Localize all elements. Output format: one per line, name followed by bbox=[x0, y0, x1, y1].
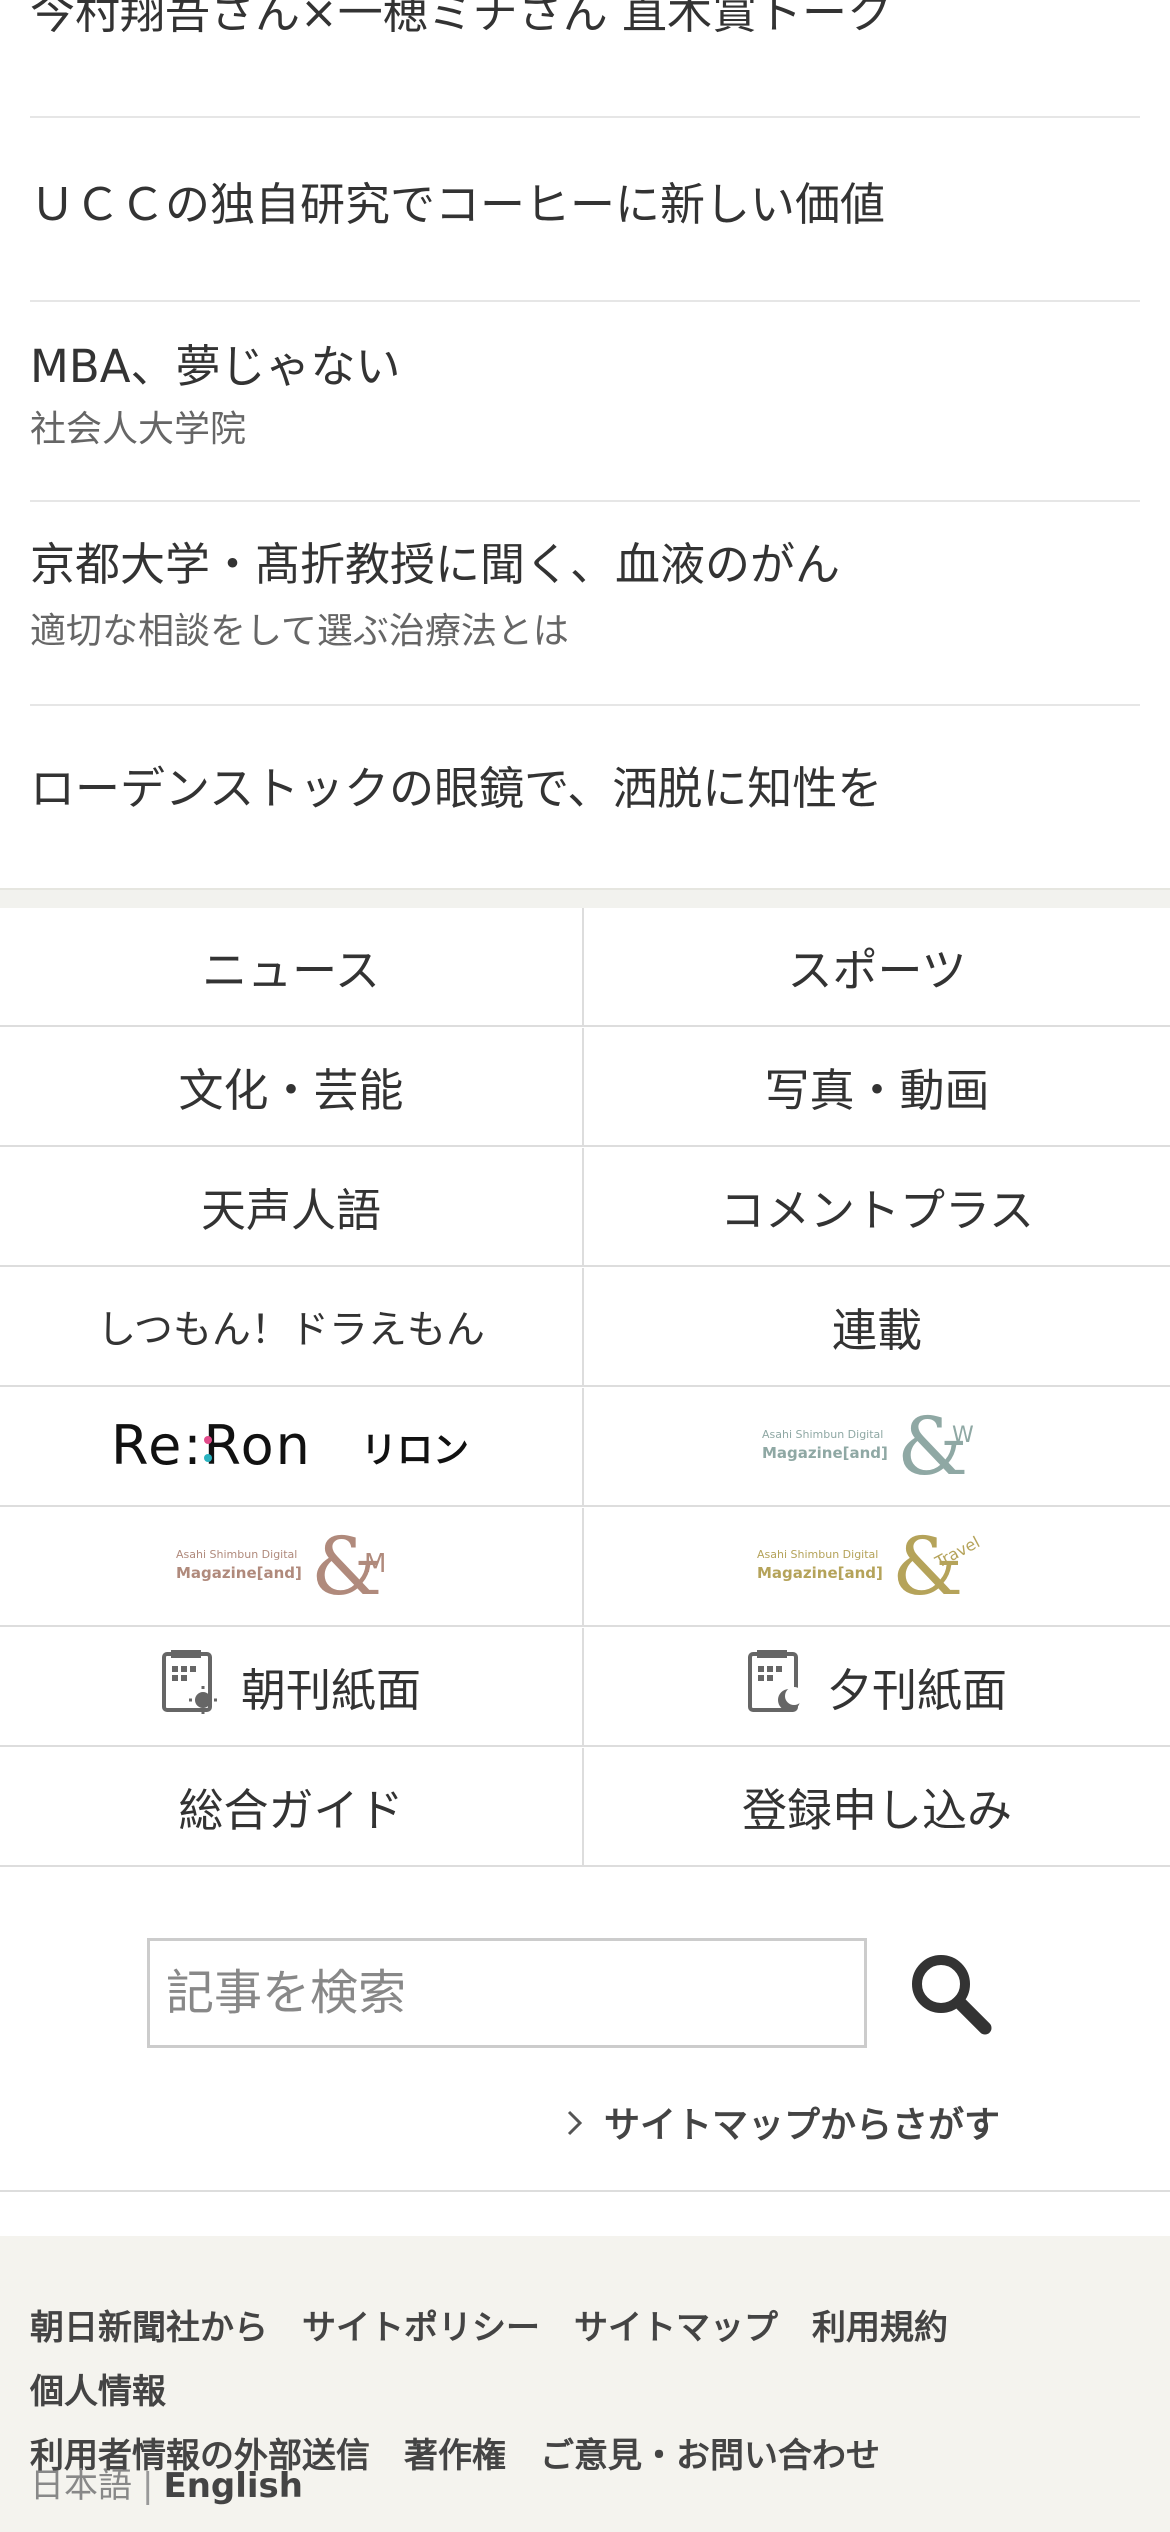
newspaper-moon-icon bbox=[747, 1648, 805, 1725]
footer: 朝日新聞社から サイトポリシー サイトマップ 利用規約個人情報 利用者情報の外部送信 著作… bbox=[0, 2236, 1170, 2532]
menu-sports[interactable]: スポーツ bbox=[584, 908, 1170, 1027]
reron-logo-text: Re:Ron bbox=[111, 1414, 312, 1477]
lang-separator: | bbox=[142, 2466, 154, 2506]
menu-label: 文化・芸能 bbox=[178, 1064, 404, 1117]
menu-label: スポーツ bbox=[787, 944, 967, 997]
search-input[interactable] bbox=[147, 1938, 867, 2048]
footer-link[interactable]: 個人情報 bbox=[30, 2360, 166, 2424]
menu-morning-edition[interactable]: 朝刊紙面 bbox=[0, 1628, 584, 1747]
menu-label: 連載 bbox=[831, 1304, 922, 1357]
menu-news[interactable]: ニュース bbox=[0, 908, 584, 1027]
and-travel-logo: Asahi Shimbun Digital Magazine[and] & Tr… bbox=[757, 1522, 983, 1612]
footer-link[interactable]: 利用規約 bbox=[812, 2296, 948, 2360]
footer-link[interactable]: サイトポリシー bbox=[302, 2296, 540, 2360]
menu-label: 写真・動画 bbox=[764, 1064, 990, 1117]
menu-register[interactable]: 登録申し込み bbox=[584, 1748, 1170, 1867]
chevron-right-icon bbox=[566, 2105, 584, 2146]
menu-tensei-jingo[interactable]: 天声人語 bbox=[0, 1148, 584, 1267]
menu-label: 登録申し込み bbox=[741, 1784, 1012, 1837]
menu-label: コメントプラス bbox=[719, 1184, 1035, 1237]
menu-evening-edition[interactable]: 夕刊紙面 bbox=[584, 1628, 1170, 1747]
menu-label: 天声人語 bbox=[200, 1184, 381, 1237]
article-title: 今村翔吾さん×一穂ミチさん 直木賞トーク bbox=[30, 0, 893, 39]
reron-kana: リロン bbox=[361, 1430, 469, 1471]
menu-culture[interactable]: 文化・芸能 bbox=[0, 1028, 584, 1147]
language-switcher: 日本語 | English bbox=[30, 2458, 303, 2507]
menu-label: 夕刊紙面 bbox=[826, 1664, 1007, 1717]
and-w-logo: Asahi Shimbun Digital Magazine[and] & W bbox=[762, 1402, 974, 1492]
logo-magazine-text: Magazine[and] bbox=[176, 1564, 302, 1582]
and-m-logo: Asahi Shimbun Digital Magazine[and] & M bbox=[176, 1522, 386, 1612]
article-item[interactable]: MBA、夢じゃない 社会人大学院 bbox=[30, 302, 1140, 502]
article-item[interactable]: 京都大学・髙折教授に聞く、血液のがん 適切な相談をして選ぶ治療法とは bbox=[30, 502, 1140, 706]
menu-and-w[interactable]: Asahi Shimbun Digital Magazine[and] & W bbox=[584, 1388, 1170, 1507]
menu-series[interactable]: 連載 bbox=[584, 1268, 1170, 1387]
search-icon bbox=[912, 1955, 992, 2035]
sitemap-link-label: サイトマップからさがす bbox=[604, 2105, 1001, 2146]
menu-label: しつもん！ドラえもん bbox=[97, 1307, 485, 1353]
menu-reron[interactable]: Re:Ron リロン bbox=[0, 1388, 584, 1507]
article-subtitle: 社会人大学院 bbox=[30, 409, 247, 450]
menu-label: 朝刊紙面 bbox=[240, 1664, 421, 1717]
footer-link[interactable]: 著作権 bbox=[404, 2424, 506, 2488]
footer-link[interactable]: 朝日新聞社から bbox=[30, 2296, 268, 2360]
lang-japanese[interactable]: 日本語 bbox=[30, 2466, 132, 2506]
article-list: 今村翔吾さん×一穂ミチさん 直木賞トーク ＵＣＣの独自研究でコーヒーに新しい価値… bbox=[0, 0, 1170, 888]
article-title: ＵＣＣの独自研究でコーヒーに新しい価値 bbox=[30, 178, 886, 231]
article-item[interactable]: 今村翔吾さん×一穂ミチさん 直木賞トーク bbox=[30, 0, 1140, 118]
logo-small-text: Asahi Shimbun Digital bbox=[176, 1548, 297, 1561]
menu-label: 総合ガイド bbox=[178, 1784, 404, 1837]
footer-link[interactable]: ご意見・お問い合わせ bbox=[540, 2424, 880, 2488]
menu-and-m[interactable]: Asahi Shimbun Digital Magazine[and] & M bbox=[0, 1508, 584, 1627]
newspaper-sun-icon bbox=[161, 1648, 219, 1725]
logo-letter: W bbox=[952, 1423, 974, 1448]
article-item[interactable]: ＵＣＣの独自研究でコーヒーに新しい価値 bbox=[30, 118, 1140, 302]
menu-photo-video[interactable]: 写真・動画 bbox=[584, 1028, 1170, 1147]
article-item[interactable]: ローデンストックの眼鏡で、洒脱に知性を bbox=[30, 706, 1140, 888]
menu-comment-plus[interactable]: コメントプラス bbox=[584, 1148, 1170, 1267]
article-title: MBA、夢じゃない bbox=[30, 340, 401, 393]
logo-letter: M bbox=[364, 1549, 386, 1579]
footer-link[interactable]: サイトマップ bbox=[574, 2296, 778, 2360]
logo-small-text: Asahi Shimbun Digital bbox=[762, 1428, 883, 1441]
ampersand-mark: & bbox=[892, 1522, 963, 1612]
section-divider bbox=[0, 888, 1170, 908]
logo-dot bbox=[204, 1435, 212, 1444]
sitemap-search-link[interactable]: サイトマップからさがす bbox=[566, 2096, 1000, 2148]
lang-english[interactable]: English bbox=[163, 2466, 303, 2506]
menu-doraemon[interactable]: しつもん！ドラえもん bbox=[0, 1268, 584, 1387]
logo-magazine-text: Magazine[and] bbox=[757, 1564, 883, 1582]
search-button[interactable] bbox=[905, 1948, 995, 2038]
article-subtitle: 適切な相談をして選ぶ治療法とは bbox=[30, 611, 569, 652]
search-area: サイトマップからさがす bbox=[0, 1868, 1170, 2192]
menu-guide[interactable]: 総合ガイド bbox=[0, 1748, 584, 1867]
article-title: 京都大学・髙折教授に聞く、血液のがん bbox=[30, 538, 841, 591]
menu-label: ニュース bbox=[202, 944, 380, 997]
reron-logo: Re:Ron リロン bbox=[111, 1414, 469, 1477]
menu-and-travel[interactable]: Asahi Shimbun Digital Magazine[and] & Tr… bbox=[584, 1508, 1170, 1627]
logo-magazine-text: Magazine[and] bbox=[762, 1444, 888, 1462]
logo-small-text: Asahi Shimbun Digital bbox=[757, 1548, 878, 1561]
logo-dot bbox=[204, 1453, 212, 1462]
article-title: ローデンストックの眼鏡で、洒脱に知性を bbox=[30, 762, 883, 815]
